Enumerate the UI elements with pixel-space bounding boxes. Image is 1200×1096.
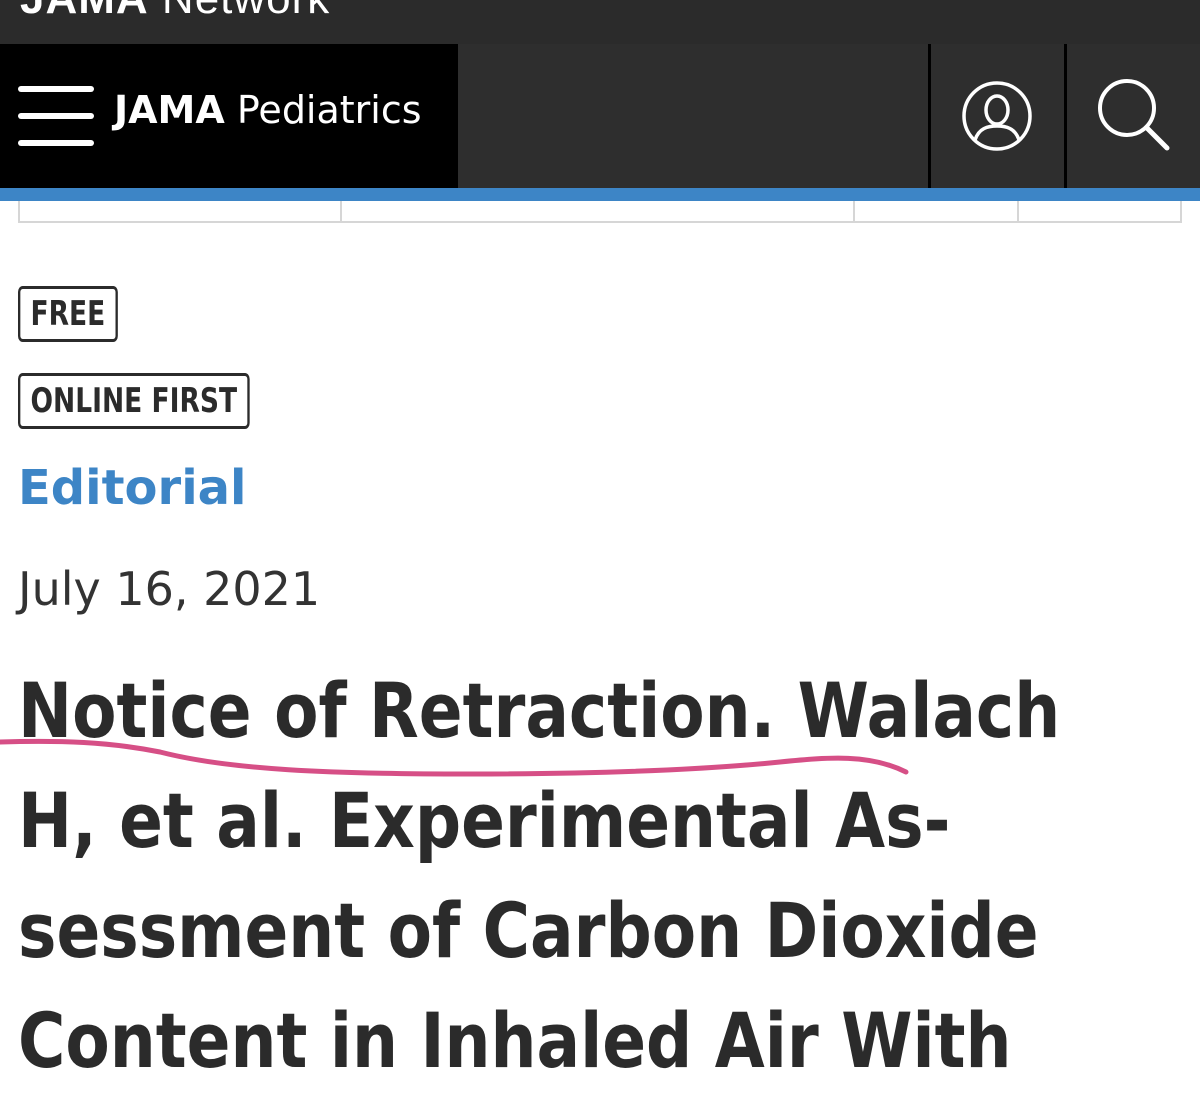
title-line: sessment of Carbon Dioxide (18, 886, 1039, 975)
journal-brand-area: JAMA Pediatrics (0, 44, 458, 188)
subnav-tab[interactable] (853, 201, 855, 221)
title-line: H, et al. Experimental As- (18, 776, 951, 865)
account-button[interactable] (931, 44, 1064, 188)
accent-bar (0, 188, 1200, 201)
search-button[interactable] (1067, 44, 1200, 188)
search-icon (1098, 79, 1170, 151)
online-first-badge: ONLINE FIRST (18, 373, 250, 429)
article-category[interactable]: Editorial (18, 460, 247, 516)
network-header-strip: JAMA Network (0, 0, 1200, 44)
publication-date: July 16, 2021 (18, 562, 321, 616)
hamburger-icon[interactable] (18, 86, 94, 146)
title-line: Notice of Retraction. Walach (18, 666, 1061, 755)
jama-network-logo[interactable]: JAMA Network (20, 0, 330, 24)
article-title: Notice of Retraction. Walach H, et al. E… (18, 656, 1123, 1096)
subnav-tab[interactable] (1017, 201, 1019, 221)
free-badge: FREE (18, 286, 118, 342)
user-icon (962, 81, 1032, 151)
journal-navbar: JAMA Pediatrics (0, 44, 1200, 188)
title-line: Content in Inhaled Air With (18, 996, 1012, 1085)
subnav-tab[interactable] (340, 201, 342, 221)
journal-title[interactable]: JAMA Pediatrics (114, 88, 422, 132)
sub-navigation (18, 201, 1182, 223)
